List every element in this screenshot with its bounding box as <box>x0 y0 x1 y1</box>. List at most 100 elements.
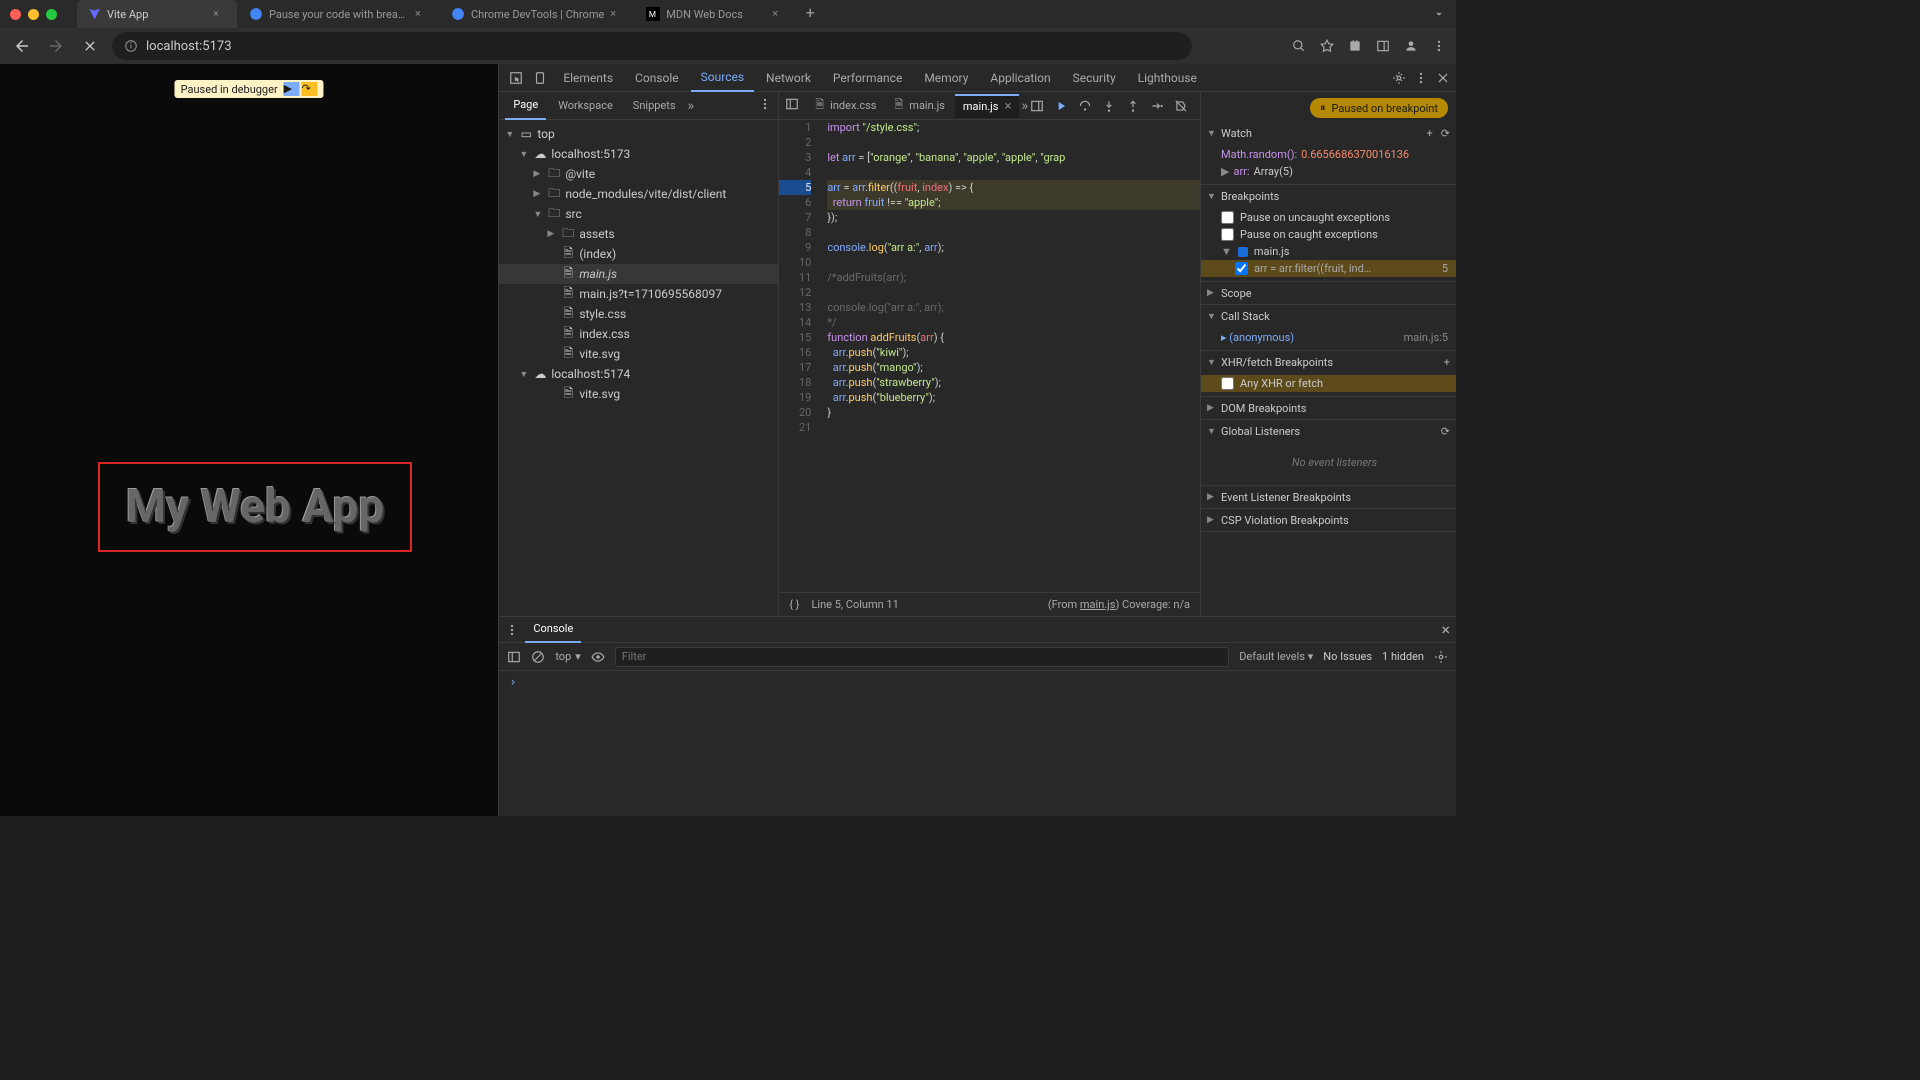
tree-maints[interactable]: 🗎main.js?t=1710695568097 <box>499 284 778 304</box>
reload-button[interactable] <box>78 34 102 58</box>
tab-close-icon[interactable]: × <box>610 7 624 21</box>
bp-entry[interactable]: arr = arr.filter((fruit, ind…5 <box>1201 260 1456 277</box>
console-hidden[interactable]: 1 hidden <box>1382 650 1424 663</box>
code-editor[interactable]: 123456789101112131415161718192021 import… <box>779 120 1200 592</box>
xhr-any[interactable]: Any XHR or fetch <box>1201 375 1456 392</box>
subtab-snippets[interactable]: Snippets <box>625 92 684 120</box>
callstack-header[interactable]: ▼Call Stack <box>1201 305 1456 327</box>
add-watch-icon[interactable]: + <box>1427 127 1433 140</box>
profile-icon[interactable] <box>1404 39 1418 53</box>
close-tab-icon[interactable]: × <box>1004 99 1011 114</box>
tree-indexcss[interactable]: 🗎index.css <box>499 324 778 344</box>
site-info-icon[interactable] <box>124 39 138 53</box>
tab-application[interactable]: Application <box>980 64 1060 92</box>
refresh-listeners-icon[interactable]: ⟳ <box>1441 425 1450 438</box>
deactivate-bp-icon[interactable] <box>1174 99 1188 113</box>
settings-icon[interactable] <box>1392 71 1406 85</box>
source-link[interactable]: main.js <box>1080 598 1116 611</box>
tree-vitesvg2[interactable]: 🗎vite.svg <box>499 384 778 404</box>
refresh-watch-icon[interactable]: ⟳ <box>1441 127 1450 140</box>
resume-icon[interactable] <box>1054 99 1068 113</box>
tab-close-icon[interactable]: × <box>772 7 786 21</box>
xhr-header[interactable]: ▼XHR/fetch Breakpoints+ <box>1201 351 1456 373</box>
tree-host2[interactable]: ▼☁localhost:5174 <box>499 364 778 384</box>
toggle-sidebar-icon[interactable] <box>1030 99 1044 113</box>
tree-nodemodules[interactable]: ▶🗀node_modules/vite/dist/client <box>499 184 778 204</box>
tab-security[interactable]: Security <box>1063 64 1126 92</box>
tree-src[interactable]: ▼🗀src <box>499 204 778 224</box>
maximize-window[interactable] <box>46 9 57 20</box>
back-button[interactable] <box>10 34 34 58</box>
editor-tab-indexcss[interactable]: 🗎index.css <box>807 94 884 118</box>
step-icon[interactable] <box>1150 99 1164 113</box>
tree-main[interactable]: 🗎main.js <box>499 264 778 284</box>
tree-top[interactable]: ▼▭top <box>499 124 778 144</box>
console-tab[interactable]: Console <box>525 617 581 643</box>
console-context[interactable]: top ▾ <box>555 650 580 663</box>
chevron-down-icon[interactable] <box>1432 7 1446 21</box>
tab-elements[interactable]: Elements <box>553 64 623 92</box>
global-listeners-header[interactable]: ▼Global Listeners⟳ <box>1201 420 1456 442</box>
tree-host1[interactable]: ▼☁localhost:5173 <box>499 144 778 164</box>
console-levels[interactable]: Default levels ▾ <box>1239 650 1313 663</box>
tab-lighthouse[interactable]: Lighthouse <box>1128 64 1207 92</box>
drawer-more-icon[interactable] <box>505 623 519 637</box>
scope-header[interactable]: ▶Scope <box>1201 282 1456 304</box>
browser-tab-mdn[interactable]: M MDN Web Docs × <box>636 0 796 28</box>
new-tab-button[interactable]: + <box>798 0 822 24</box>
dom-bp-header[interactable]: ▶DOM Breakpoints <box>1201 397 1456 419</box>
editor-tab-mainjs-active[interactable]: main.js× <box>955 94 1020 118</box>
tree-style[interactable]: 🗎style.css <box>499 304 778 324</box>
clear-console-icon[interactable] <box>531 650 545 664</box>
watch-item[interactable]: Math.random(): 0.6656686370016136 <box>1221 146 1448 163</box>
console-filter[interactable] <box>615 647 1229 667</box>
tree-vitesvg[interactable]: 🗎vite.svg <box>499 344 778 364</box>
device-icon[interactable] <box>529 71 551 85</box>
csp-bp-header[interactable]: ▶CSP Violation Breakpoints <box>1201 509 1456 531</box>
url-bar[interactable]: localhost:5173 <box>112 32 1192 60</box>
tab-close-icon[interactable]: × <box>213 7 227 21</box>
subtab-workspace[interactable]: Workspace <box>550 92 621 120</box>
live-expr-icon[interactable] <box>591 650 605 664</box>
subtab-page[interactable]: Page <box>505 92 546 120</box>
tab-memory[interactable]: Memory <box>914 64 978 92</box>
close-drawer-icon[interactable]: × <box>1441 620 1450 639</box>
step-out-icon[interactable] <box>1126 99 1140 113</box>
sidepanel-icon[interactable] <box>1376 39 1390 53</box>
bp-uncaught[interactable]: Pause on uncaught exceptions <box>1221 209 1448 226</box>
browser-tab-vite[interactable]: Vite App × <box>77 0 237 28</box>
close-window[interactable] <box>10 9 21 20</box>
more-tabs-icon[interactable]: » <box>1021 98 1028 114</box>
inspect-icon[interactable] <box>505 71 527 85</box>
close-devtools-icon[interactable] <box>1436 71 1450 85</box>
step-icon[interactable]: ↷ <box>302 82 318 96</box>
editor-tab-mainjs[interactable]: 🗎main.js <box>886 94 952 118</box>
console-settings-icon[interactable] <box>1434 650 1448 664</box>
toggle-nav-icon[interactable] <box>785 97 805 114</box>
tab-performance[interactable]: Performance <box>823 64 912 92</box>
stack-frame[interactable]: ▸ (anonymous)main.js:5 <box>1221 329 1448 346</box>
tree-assets[interactable]: ▶🗀assets <box>499 224 778 244</box>
extensions-icon[interactable] <box>1348 39 1362 53</box>
tab-console[interactable]: Console <box>625 64 689 92</box>
bp-file[interactable]: ▼main.js <box>1221 243 1448 260</box>
minimize-window[interactable] <box>28 9 39 20</box>
tab-close-icon[interactable]: × <box>415 7 429 21</box>
zoom-icon[interactable] <box>1292 39 1306 53</box>
watch-item[interactable]: ▶ arr: Array(5) <box>1221 163 1448 180</box>
more-icon[interactable] <box>1414 71 1428 85</box>
more-icon[interactable] <box>758 97 772 111</box>
console-body[interactable]: › <box>499 671 1456 816</box>
tree-vite[interactable]: ▶🗀@vite <box>499 164 778 184</box>
pretty-print-icon[interactable]: { } <box>789 598 799 611</box>
forward-button[interactable] <box>44 34 68 58</box>
watch-header[interactable]: ▼Watch+⟳ <box>1201 122 1456 144</box>
console-sidebar-icon[interactable] <box>507 650 521 664</box>
event-bp-header[interactable]: ▶Event Listener Breakpoints <box>1201 486 1456 508</box>
menu-icon[interactable] <box>1432 39 1446 53</box>
tree-index[interactable]: 🗎(index) <box>499 244 778 264</box>
resume-icon[interactable]: ▶ <box>284 82 300 96</box>
step-over-icon[interactable] <box>1078 99 1092 113</box>
bookmark-icon[interactable] <box>1320 39 1334 53</box>
browser-tab-devtools[interactable]: Chrome DevTools | Chrome × <box>441 0 634 28</box>
